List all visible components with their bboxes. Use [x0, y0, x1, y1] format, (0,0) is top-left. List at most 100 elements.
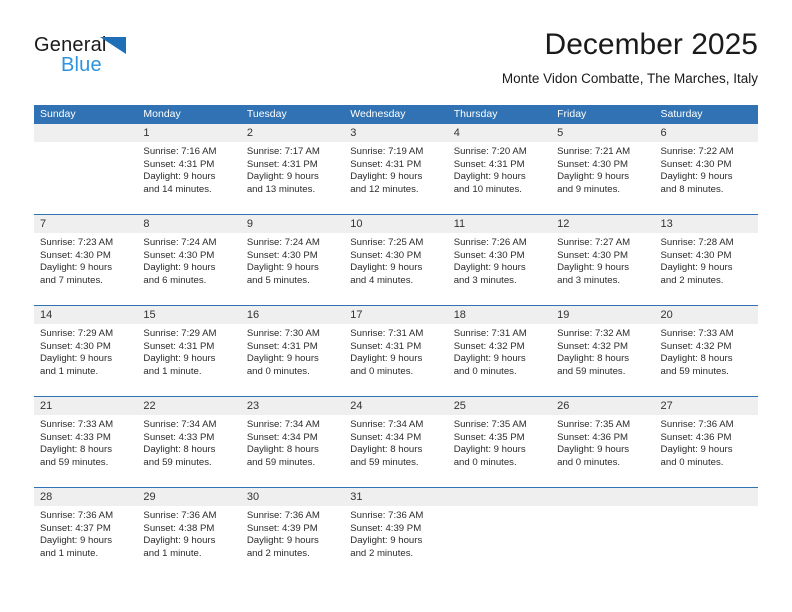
sunrise-text: Sunrise: 7:20 AM [453, 146, 527, 157]
day-number[interactable]: 17 [344, 306, 447, 324]
day-cell[interactable]: Sunrise: 7:21 AM Sunset: 4:30 PM Daylight:… [551, 142, 654, 214]
day-cell[interactable]: Sunrise: 7:20 AM Sunset: 4:31 PM Daylight:… [448, 142, 551, 214]
daylight-text-line2: and 12 minutes. [350, 183, 419, 195]
daylight-text-line2: and 5 minutes. [246, 274, 310, 286]
daylight-text-line2: and 7 minutes. [40, 274, 103, 286]
sunrise-text: Sunrise: 7:24 AM [143, 237, 217, 248]
day-cell[interactable]: Sunrise: 7:36 AM Sunset: 4:37 PM Daylight:… [34, 506, 137, 578]
day-number[interactable]: 8 [137, 215, 240, 233]
daylight-text-line2: and 14 minutes. [143, 183, 212, 195]
daylight-text-line1: Daylight: 9 hours [143, 171, 216, 183]
day-cell[interactable]: Sunrise: 7:16 AM Sunset: 4:31 PM Daylight:… [137, 142, 240, 214]
day-cell[interactable]: Sunrise: 7:36 AM Sunset: 4:38 PM Daylight:… [137, 506, 240, 578]
day-number[interactable]: 21 [34, 397, 137, 415]
day-cell[interactable]: Sunrise: 7:31 AM Sunset: 4:31 PM Daylight:… [344, 324, 447, 396]
day-number[interactable]: 26 [551, 397, 654, 415]
day-cell[interactable]: Sunrise: 7:22 AM Sunset: 4:30 PM Daylight:… [655, 142, 758, 214]
day-number[interactable]: 22 [137, 397, 240, 415]
day-cell[interactable]: Sunrise: 7:36 AM Sunset: 4:39 PM Daylight:… [344, 506, 447, 578]
daylight-text-line2: and 9 minutes. [557, 183, 621, 195]
sunset-text: Sunset: 4:39 PM [350, 522, 422, 534]
day-number[interactable]: 5 [551, 124, 654, 142]
day-number[interactable]: 15 [137, 306, 240, 324]
day-number[interactable]: 20 [655, 306, 758, 324]
sunset-text: Sunset: 4:33 PM [143, 431, 215, 443]
daylight-text-line2: and 59 minutes. [660, 365, 729, 377]
day-cell[interactable]: Sunrise: 7:36 AM Sunset: 4:39 PM Daylight:… [241, 506, 344, 578]
day-cell[interactable]: Sunrise: 7:24 AM Sunset: 4:30 PM Daylight:… [137, 233, 240, 305]
day-number[interactable]: 29 [137, 488, 240, 506]
day-number[interactable]: 14 [34, 306, 137, 324]
day-cell[interactable]: Sunrise: 7:26 AM Sunset: 4:30 PM Daylight:… [448, 233, 551, 305]
day-number[interactable]: 23 [241, 397, 344, 415]
day-number[interactable]: 2 [241, 124, 344, 142]
daylight-text-line1: Daylight: 9 hours [350, 353, 423, 365]
daylight-text-line1: Daylight: 9 hours [660, 262, 733, 274]
day-cell[interactable]: Sunrise: 7:25 AM Sunset: 4:30 PM Daylight:… [344, 233, 447, 305]
day-cell[interactable]: Sunrise: 7:34 AM Sunset: 4:34 PM Daylight:… [241, 415, 344, 487]
calendar-week-row: 28 29 30 31 Sunrise: 7:36 AM Sunset: 4:37 PM D… [34, 487, 758, 578]
daylight-text-line2: and 13 minutes. [246, 183, 316, 195]
day-number[interactable]: 28 [34, 488, 137, 506]
day-cell[interactable]: Sunrise: 7:35 AM Sunset: 4:35 PM Daylight:… [448, 415, 551, 487]
weekday-wednesday: Wednesday [350, 108, 406, 120]
weekday-monday: Monday [143, 108, 181, 120]
day-number[interactable]: 25 [448, 397, 551, 415]
day-cell[interactable]: Sunrise: 7:27 AM Sunset: 4:30 PM Daylight:… [551, 233, 654, 305]
generalblue-logo[interactable]: General Blue [34, 34, 234, 90]
calendar-week-row: 21 22 23 24 25 26 27 Sunrise: 7:33 AM Sunset: 4:… [34, 396, 758, 487]
day-number[interactable]: 13 [655, 215, 758, 233]
day-cell[interactable]: Sunrise: 7:30 AM Sunset: 4:31 PM Daylight:… [241, 324, 344, 396]
day-number[interactable]: 11 [448, 215, 551, 233]
day-number[interactable]: 12 [551, 215, 654, 233]
daylight-text-line2: and 2 minutes. [350, 547, 414, 559]
day-cell[interactable]: Sunrise: 7:34 AM Sunset: 4:33 PM Daylight:… [137, 415, 240, 487]
daylight-text-line2: and 0 minutes. [557, 456, 621, 468]
sunset-text: Sunset: 4:30 PM [453, 249, 525, 261]
day-number-empty [448, 488, 551, 506]
day-cell[interactable]: Sunrise: 7:24 AM Sunset: 4:30 PM Daylight:… [241, 233, 344, 305]
day-number[interactable]: 19 [551, 306, 654, 324]
sunrise-text: Sunrise: 7:16 AM [143, 146, 217, 157]
day-number[interactable]: 18 [448, 306, 551, 324]
day-cell[interactable]: Sunrise: 7:35 AM Sunset: 4:36 PM Daylight:… [551, 415, 654, 487]
day-cell[interactable]: Sunrise: 7:33 AM Sunset: 4:32 PM Daylight:… [655, 324, 758, 396]
day-cell[interactable]: Sunrise: 7:29 AM Sunset: 4:30 PM Daylight:… [34, 324, 137, 396]
day-cell[interactable]: Sunrise: 7:23 AM Sunset: 4:30 PM Daylight:… [34, 233, 137, 305]
day-cell[interactable]: Sunrise: 7:19 AM Sunset: 4:31 PM Daylight:… [344, 142, 447, 214]
day-cell[interactable]: Sunrise: 7:32 AM Sunset: 4:32 PM Daylight:… [551, 324, 654, 396]
week-detail-row: Sunrise: 7:16 AM Sunset: 4:31 PM Daylight:… [34, 142, 758, 214]
week-detail-row: Sunrise: 7:23 AM Sunset: 4:30 PM Daylight:… [34, 233, 758, 305]
day-number[interactable]: 27 [655, 397, 758, 415]
day-cell[interactable]: Sunrise: 7:36 AM Sunset: 4:36 PM Daylight:… [655, 415, 758, 487]
day-number[interactable]: 31 [344, 488, 447, 506]
title-block: December 2025 Monte Vidon Combatte, The … [502, 28, 758, 86]
day-number[interactable]: 1 [137, 124, 240, 142]
daylight-text-line1: Daylight: 9 hours [453, 171, 526, 183]
day-number[interactable]: 10 [344, 215, 447, 233]
daylight-text-line1: Daylight: 9 hours [143, 535, 216, 547]
day-cell[interactable]: Sunrise: 7:31 AM Sunset: 4:32 PM Daylight:… [448, 324, 551, 396]
sunrise-text: Sunrise: 7:17 AM [246, 146, 320, 157]
day-number[interactable]: 30 [241, 488, 344, 506]
day-number[interactable]: 7 [34, 215, 137, 233]
day-cell[interactable]: Sunrise: 7:33 AM Sunset: 4:33 PM Daylight:… [34, 415, 137, 487]
sunset-text: Sunset: 4:31 PM [350, 158, 422, 170]
day-number[interactable]: 16 [241, 306, 344, 324]
daylight-text-line1: Daylight: 9 hours [40, 535, 112, 547]
day-number[interactable]: 9 [241, 215, 344, 233]
daylight-text-line1: Daylight: 9 hours [453, 444, 526, 456]
sunset-text: Sunset: 4:30 PM [350, 249, 422, 261]
daylight-text-line2: and 2 minutes. [660, 274, 724, 286]
day-number[interactable]: 6 [655, 124, 758, 142]
day-number[interactable]: 3 [344, 124, 447, 142]
day-cell[interactable]: Sunrise: 7:28 AM Sunset: 4:30 PM Daylight:… [655, 233, 758, 305]
day-cell[interactable]: Sunrise: 7:34 AM Sunset: 4:34 PM Daylight:… [344, 415, 447, 487]
page-subtitle: Monte Vidon Combatte, The Marches, Italy [501, 70, 758, 86]
sunset-text: Sunset: 4:31 PM [350, 340, 422, 352]
sunset-text: Sunset: 4:34 PM [350, 431, 422, 443]
day-number[interactable]: 4 [448, 124, 551, 142]
day-cell[interactable]: Sunrise: 7:17 AM Sunset: 4:31 PM Daylight:… [241, 142, 344, 214]
day-number[interactable]: 24 [344, 397, 447, 415]
day-cell[interactable]: Sunrise: 7:29 AM Sunset: 4:31 PM Daylight:… [137, 324, 240, 396]
